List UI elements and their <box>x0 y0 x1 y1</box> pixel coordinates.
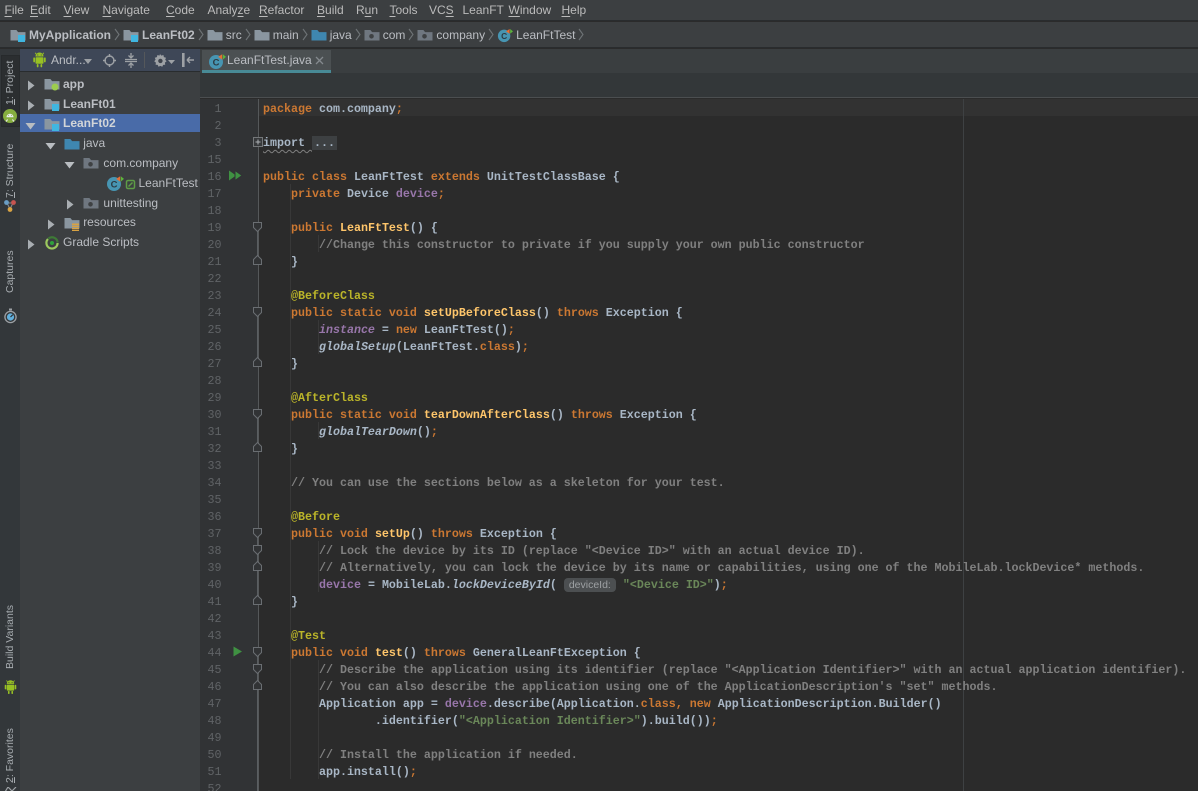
svg-text:C: C <box>501 30 507 40</box>
svg-text:C: C <box>111 179 118 190</box>
svg-text:C: C <box>213 57 220 68</box>
